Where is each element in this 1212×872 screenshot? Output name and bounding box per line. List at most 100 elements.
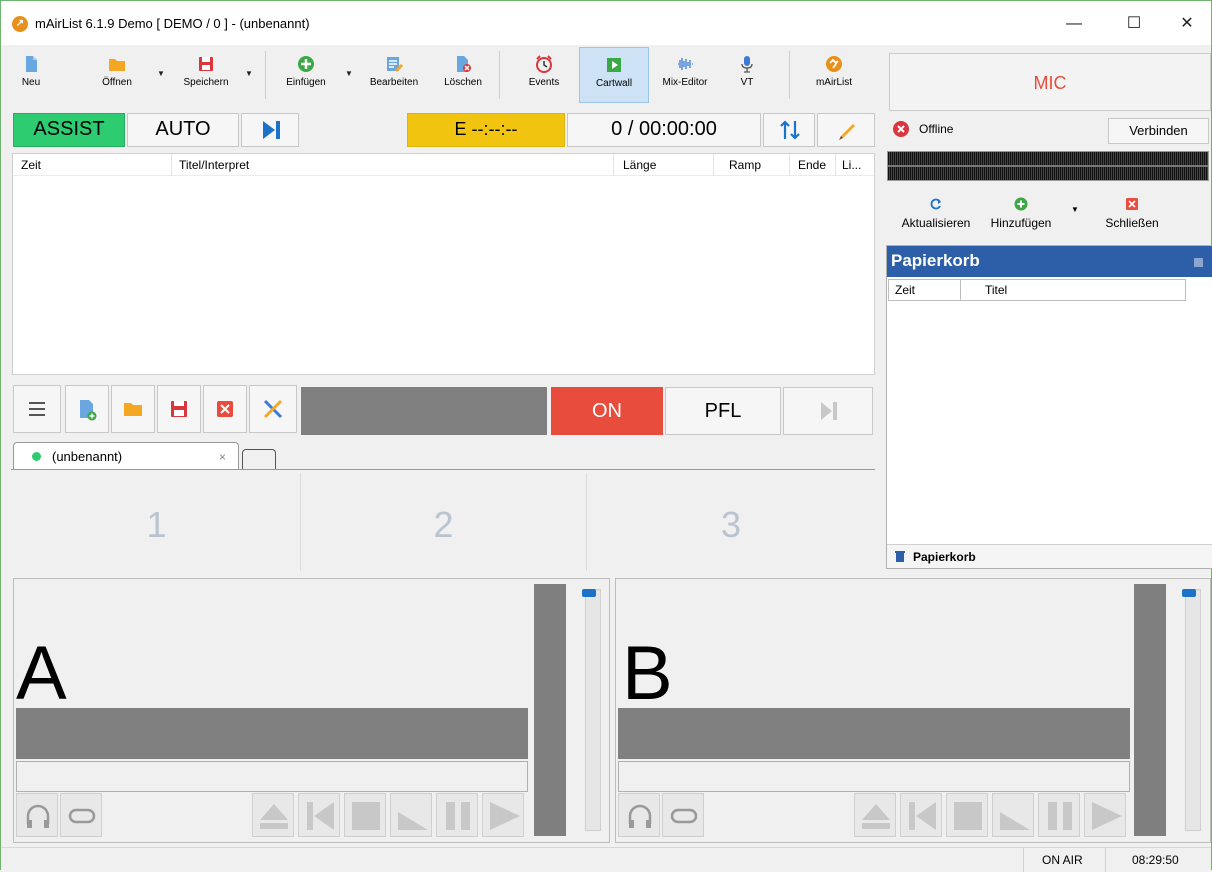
player-a-stop-button[interactable] xyxy=(344,793,386,837)
minimize-button[interactable]: — xyxy=(1051,9,1097,39)
player-b-pause-button[interactable] xyxy=(1038,793,1080,837)
player-b-pfl-button[interactable] xyxy=(618,793,660,837)
add-dropdown-icon[interactable]: ▼ xyxy=(1071,205,1079,214)
cartwall-button[interactable]: Cartwall xyxy=(579,47,649,103)
cartwall-tab-active[interactable]: (unbenannt) × xyxy=(13,442,239,469)
on-air-button[interactable]: ON xyxy=(551,387,663,435)
player-a-pfl-button[interactable] xyxy=(16,793,58,837)
close-cart-button[interactable] xyxy=(203,385,247,433)
close-window-button[interactable]: ✕ xyxy=(1164,9,1210,39)
volume-slider-handle[interactable] xyxy=(1182,589,1196,597)
tools-icon xyxy=(263,399,283,419)
pause-icon xyxy=(1048,802,1072,830)
player-a-back-button[interactable] xyxy=(298,793,340,837)
player-b-eject-button[interactable] xyxy=(854,793,896,837)
assist-mode-button[interactable]: ASSIST xyxy=(13,113,125,147)
new-button[interactable]: Neu xyxy=(9,47,53,103)
cart-player-3[interactable]: 3 xyxy=(587,473,875,571)
column-header-length[interactable]: Länge xyxy=(623,158,656,172)
folder-icon xyxy=(124,403,142,416)
new-cart-button[interactable] xyxy=(65,385,109,433)
alarm-clock-icon xyxy=(536,55,552,73)
insert-dropdown-icon[interactable]: ▼ xyxy=(345,69,353,78)
save-button[interactable]: Speichern xyxy=(175,47,237,103)
cart-next-button[interactable] xyxy=(783,387,873,435)
new-tab-button[interactable] xyxy=(242,449,276,469)
tools-button[interactable] xyxy=(249,385,297,433)
save-icon xyxy=(171,401,187,417)
panel-pin-icon[interactable] xyxy=(1194,258,1203,267)
playlist-table[interactable]: Zeit Titel/Interpret Länge Ramp Ende Li.… xyxy=(12,153,875,375)
new-document-icon xyxy=(80,400,97,421)
skip-next-icon xyxy=(821,402,837,420)
player-a-eject-button[interactable] xyxy=(252,793,294,837)
fade-out-icon xyxy=(398,812,428,830)
skip-back-icon xyxy=(307,802,334,830)
save-icon xyxy=(199,57,213,71)
column-separator xyxy=(613,154,614,176)
add-circle-icon xyxy=(298,56,314,72)
column-header-title[interactable]: Titel/Interpret xyxy=(179,158,249,172)
save-dropdown-icon[interactable]: ▼ xyxy=(245,69,253,78)
skip-next-button[interactable] xyxy=(241,113,299,147)
sort-button[interactable] xyxy=(763,113,815,147)
pause-icon xyxy=(446,802,470,830)
connect-button[interactable]: Verbinden xyxy=(1108,118,1209,144)
player-b-play-button[interactable] xyxy=(1084,793,1126,837)
maximize-button[interactable]: ☐ xyxy=(1111,9,1157,39)
player-b: B xyxy=(615,578,1211,843)
column-header-time[interactable]: Zeit xyxy=(895,283,915,297)
events-button[interactable]: Events xyxy=(519,47,569,103)
player-b-volume-slider[interactable] xyxy=(1182,589,1201,831)
cart-player-1[interactable]: 1 xyxy=(13,473,301,571)
volume-slider-handle[interactable] xyxy=(582,589,596,597)
player-b-loop-button[interactable] xyxy=(662,793,704,837)
folder-icon xyxy=(109,59,125,71)
save-cart-button[interactable] xyxy=(157,385,201,433)
player-a-play-button[interactable] xyxy=(482,793,524,837)
on-air-status: ON AIR xyxy=(1042,853,1083,867)
add-circle-icon xyxy=(1014,197,1028,211)
mix-editor-button[interactable]: Mix-Editor xyxy=(655,47,715,103)
mic-button[interactable]: MIC xyxy=(889,53,1211,111)
open-cart-button[interactable] xyxy=(111,385,155,433)
headphones-icon xyxy=(26,804,50,828)
edit-pencil-button[interactable] xyxy=(817,113,875,147)
auto-mode-button[interactable]: AUTO xyxy=(127,113,239,147)
tab-close-icon[interactable]: × xyxy=(219,450,226,464)
column-header-end[interactable]: Ende xyxy=(798,158,826,172)
insert-button[interactable]: Einfügen xyxy=(279,47,333,103)
player-a-volume-slider[interactable] xyxy=(582,589,601,831)
player-b-back-button[interactable] xyxy=(900,793,942,837)
player-b-stop-button[interactable] xyxy=(946,793,988,837)
fade-out-icon xyxy=(1000,812,1030,830)
open-dropdown-icon[interactable]: ▼ xyxy=(157,69,165,78)
title-bar: ↗ mAirList 6.1.9 Demo [ DEMO / 0 ] - (un… xyxy=(1,1,1211,45)
column-header-time[interactable]: Zeit xyxy=(21,158,41,172)
hamburger-menu-icon xyxy=(29,402,45,416)
vt-button[interactable]: VT xyxy=(729,47,765,103)
player-a-fade-button[interactable] xyxy=(390,793,432,837)
close-encoder-button[interactable]: Schließen xyxy=(1096,197,1168,237)
refresh-button[interactable]: Aktualisieren xyxy=(889,197,983,237)
delete-button[interactable]: Löschen xyxy=(437,47,489,103)
column-header-title[interactable]: Titel xyxy=(985,283,1007,297)
mairlist-menu-button[interactable]: mAirList xyxy=(807,47,861,103)
player-b-label: B xyxy=(622,631,673,716)
player-b-fade-button[interactable] xyxy=(992,793,1034,837)
papierkorb-header: Zeit Titel xyxy=(888,279,1186,301)
papierkorb-footer-tab[interactable]: Papierkorb xyxy=(887,544,1212,568)
column-header-li[interactable]: Li... xyxy=(842,158,861,172)
edit-button[interactable]: Bearbeiten xyxy=(363,47,425,103)
add-encoder-button[interactable]: Hinzufügen xyxy=(985,197,1057,237)
menu-button[interactable] xyxy=(13,385,61,433)
column-header-ramp[interactable]: Ramp xyxy=(729,158,761,172)
cart-player-2[interactable]: 2 xyxy=(301,473,587,571)
player-a-pause-button[interactable] xyxy=(436,793,478,837)
encoder-status: Offline xyxy=(919,122,954,136)
pfl-button[interactable]: PFL xyxy=(665,387,781,435)
player-a-info-field xyxy=(16,761,528,792)
open-button[interactable]: Öffnen xyxy=(91,47,143,103)
player-a-loop-button[interactable] xyxy=(60,793,102,837)
eject-icon xyxy=(862,804,890,829)
